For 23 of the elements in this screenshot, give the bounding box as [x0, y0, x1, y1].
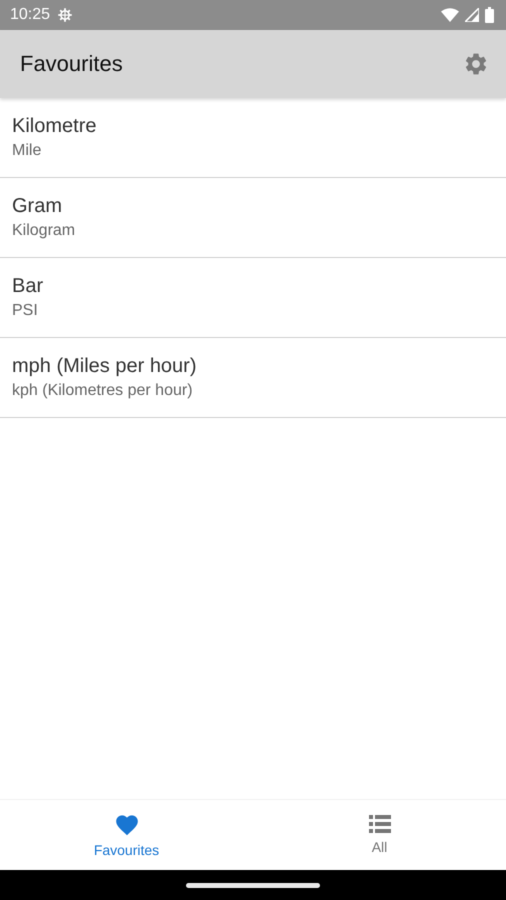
- gear-icon: [56, 6, 74, 24]
- settings-icon[interactable]: [463, 51, 489, 77]
- battery-icon: [485, 7, 494, 23]
- from-unit: Kilometre: [12, 115, 98, 138]
- list-icon: [368, 815, 390, 833]
- status-time: 10:25: [10, 6, 50, 24]
- to-unit: PSI: [12, 302, 39, 320]
- nav-tab[interactable]: Favourites: [0, 800, 253, 870]
- home-handle[interactable]: [186, 882, 320, 888]
- to-unit: kph (Kilometres per hour): [12, 382, 194, 400]
- wifi-icon: [441, 8, 459, 22]
- app-title: Favourites: [20, 51, 123, 77]
- favourite-item[interactable]: Kilometre Mile: [0, 98, 506, 178]
- favourite-item[interactable]: Bar PSI: [0, 258, 506, 338]
- signal-icon: [465, 8, 479, 22]
- from-unit: Bar: [12, 275, 44, 298]
- nav-tab[interactable]: All: [253, 800, 506, 870]
- favourite-item[interactable]: mph (Miles per hour) kph (Kilometres per hour): [0, 338, 506, 418]
- to-unit: Kilogram: [12, 222, 76, 240]
- from-unit: mph (Miles per hour): [12, 355, 198, 378]
- favourite-item[interactable]: Gram Kilogram: [0, 178, 506, 258]
- from-unit: Gram: [12, 195, 63, 218]
- to-unit: Mile: [12, 142, 42, 160]
